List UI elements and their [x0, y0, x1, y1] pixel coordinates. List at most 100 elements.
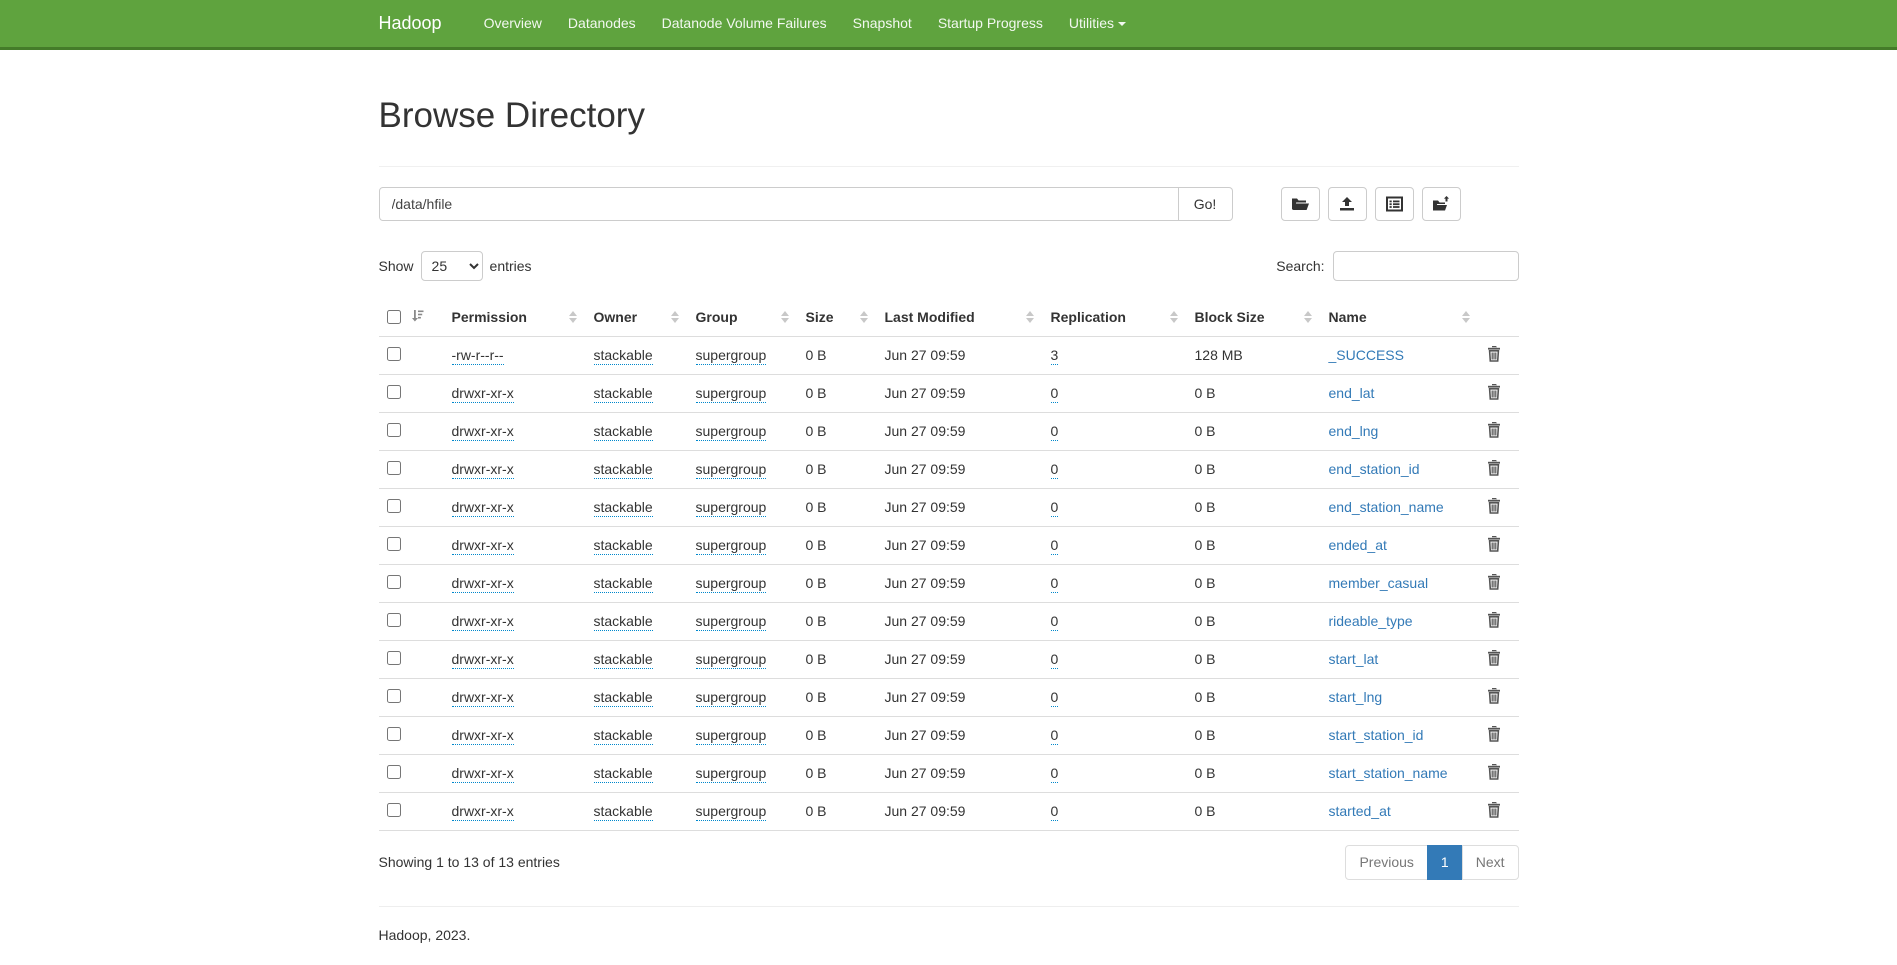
trash-icon[interactable]: [1487, 498, 1501, 517]
trash-icon[interactable]: [1487, 460, 1501, 479]
trash-icon[interactable]: [1487, 650, 1501, 669]
cut-paste-button[interactable]: [1422, 187, 1461, 221]
pagination-previous[interactable]: Previous: [1345, 845, 1427, 881]
replication-cell[interactable]: 0: [1051, 803, 1059, 821]
owner-cell[interactable]: stackable: [594, 727, 653, 745]
search-input[interactable]: [1333, 251, 1519, 281]
group-cell[interactable]: supergroup: [696, 765, 767, 783]
owner-cell[interactable]: stackable: [594, 765, 653, 783]
group-cell[interactable]: supergroup: [696, 803, 767, 821]
permission-cell[interactable]: -rw-r--r--: [452, 347, 504, 365]
column-header-owner[interactable]: Owner: [586, 299, 688, 336]
column-header-size[interactable]: Size: [798, 299, 877, 336]
group-cell[interactable]: supergroup: [696, 385, 767, 403]
permission-cell[interactable]: drwxr-xr-x: [452, 423, 514, 441]
file-name-link[interactable]: start_lat: [1329, 651, 1379, 667]
permission-cell[interactable]: drwxr-xr-x: [452, 803, 514, 821]
replication-cell[interactable]: 3: [1051, 347, 1059, 365]
group-cell[interactable]: supergroup: [696, 651, 767, 669]
group-cell[interactable]: supergroup: [696, 575, 767, 593]
pagination-page-1[interactable]: 1: [1427, 845, 1463, 881]
file-name-link[interactable]: ended_at: [1329, 537, 1387, 553]
group-cell[interactable]: supergroup: [696, 499, 767, 517]
directory-path-input[interactable]: [379, 187, 1179, 221]
trash-icon[interactable]: [1487, 346, 1501, 365]
column-header-group[interactable]: Group: [688, 299, 798, 336]
file-name-link[interactable]: end_lat: [1329, 385, 1375, 401]
upload-files-button[interactable]: [1328, 187, 1367, 221]
trash-icon[interactable]: [1487, 612, 1501, 631]
column-header-replication[interactable]: Replication: [1043, 299, 1187, 336]
row-checkbox[interactable]: [387, 385, 401, 399]
group-cell[interactable]: supergroup: [696, 347, 767, 365]
trash-icon[interactable]: [1487, 384, 1501, 403]
trash-icon[interactable]: [1487, 764, 1501, 783]
select-all-checkbox[interactable]: [387, 310, 401, 324]
replication-cell[interactable]: 0: [1051, 575, 1059, 593]
replication-cell[interactable]: 0: [1051, 689, 1059, 707]
row-checkbox[interactable]: [387, 575, 401, 589]
replication-cell[interactable]: 0: [1051, 385, 1059, 403]
row-checkbox[interactable]: [387, 803, 401, 817]
replication-cell[interactable]: 0: [1051, 423, 1059, 441]
permission-cell[interactable]: drwxr-xr-x: [452, 765, 514, 783]
file-name-link[interactable]: end_lng: [1329, 423, 1379, 439]
permission-cell[interactable]: drwxr-xr-x: [452, 385, 514, 403]
file-name-link[interactable]: started_at: [1329, 803, 1391, 819]
owner-cell[interactable]: stackable: [594, 461, 653, 479]
replication-cell[interactable]: 0: [1051, 499, 1059, 517]
row-checkbox[interactable]: [387, 651, 401, 665]
permission-cell[interactable]: drwxr-xr-x: [452, 499, 514, 517]
owner-cell[interactable]: stackable: [594, 499, 653, 517]
row-checkbox[interactable]: [387, 537, 401, 551]
trash-icon[interactable]: [1487, 688, 1501, 707]
group-cell[interactable]: supergroup: [696, 613, 767, 631]
nav-item-overview[interactable]: Overview: [471, 0, 555, 47]
replication-cell[interactable]: 0: [1051, 461, 1059, 479]
group-cell[interactable]: supergroup: [696, 423, 767, 441]
owner-cell[interactable]: stackable: [594, 803, 653, 821]
file-name-link[interactable]: start_lng: [1329, 689, 1383, 705]
row-checkbox[interactable]: [387, 689, 401, 703]
permission-cell[interactable]: drwxr-xr-x: [452, 613, 514, 631]
column-header-last-modified[interactable]: Last Modified: [877, 299, 1043, 336]
owner-cell[interactable]: stackable: [594, 613, 653, 631]
row-checkbox[interactable]: [387, 461, 401, 475]
file-name-link[interactable]: _SUCCESS: [1329, 347, 1404, 363]
go-button[interactable]: Go!: [1179, 187, 1233, 221]
page-size-select[interactable]: 25: [421, 251, 483, 281]
row-checkbox[interactable]: [387, 613, 401, 627]
permission-cell[interactable]: drwxr-xr-x: [452, 651, 514, 669]
group-cell[interactable]: supergroup: [696, 689, 767, 707]
file-list-button[interactable]: [1375, 187, 1414, 221]
owner-cell[interactable]: stackable: [594, 423, 653, 441]
row-checkbox[interactable]: [387, 347, 401, 361]
trash-icon[interactable]: [1487, 536, 1501, 555]
row-checkbox[interactable]: [387, 765, 401, 779]
file-name-link[interactable]: end_station_id: [1329, 461, 1420, 477]
replication-cell[interactable]: 0: [1051, 727, 1059, 745]
permission-cell[interactable]: drwxr-xr-x: [452, 537, 514, 555]
row-checkbox[interactable]: [387, 499, 401, 513]
file-name-link[interactable]: end_station_name: [1329, 499, 1444, 515]
row-checkbox[interactable]: [387, 727, 401, 741]
permission-cell[interactable]: drwxr-xr-x: [452, 727, 514, 745]
nav-item-startup-progress[interactable]: Startup Progress: [925, 0, 1056, 47]
replication-cell[interactable]: 0: [1051, 613, 1059, 631]
owner-cell[interactable]: stackable: [594, 347, 653, 365]
owner-cell[interactable]: stackable: [594, 651, 653, 669]
navbar-brand[interactable]: Hadoop: [379, 0, 457, 47]
pagination-next[interactable]: Next: [1462, 845, 1519, 881]
column-header-select-all[interactable]: [379, 299, 444, 336]
create-directory-button[interactable]: [1281, 187, 1320, 221]
trash-icon[interactable]: [1487, 574, 1501, 593]
group-cell[interactable]: supergroup: [696, 537, 767, 555]
row-checkbox[interactable]: [387, 423, 401, 437]
column-header-block-size[interactable]: Block Size: [1187, 299, 1321, 336]
nav-item-datanode-volume-failures[interactable]: Datanode Volume Failures: [649, 0, 840, 47]
owner-cell[interactable]: stackable: [594, 575, 653, 593]
file-name-link[interactable]: start_station_id: [1329, 727, 1424, 743]
trash-icon[interactable]: [1487, 422, 1501, 441]
nav-item-snapshot[interactable]: Snapshot: [840, 0, 925, 47]
column-header-permission[interactable]: Permission: [444, 299, 586, 336]
